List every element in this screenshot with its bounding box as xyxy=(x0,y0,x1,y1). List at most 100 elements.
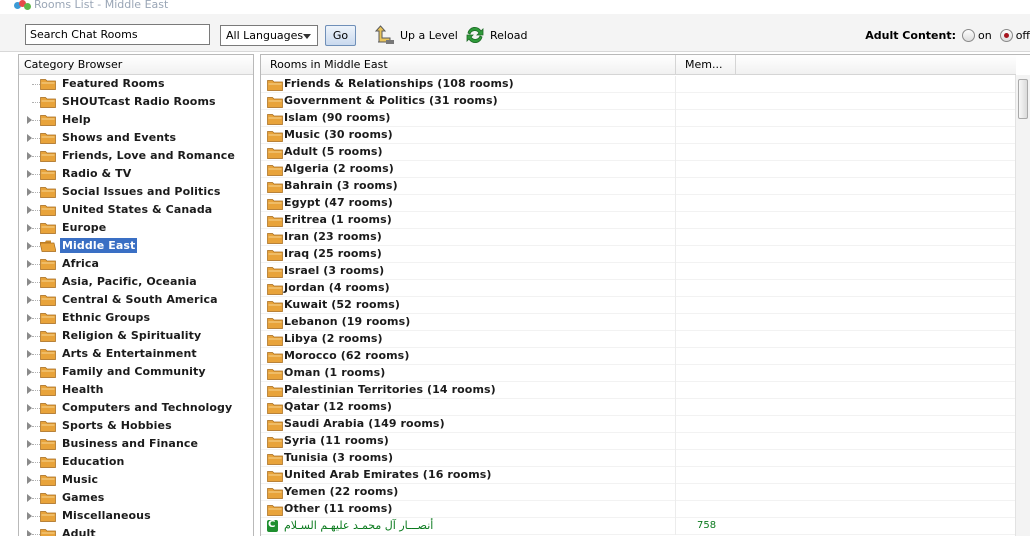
list-item[interactable]: Syria (11 rooms) xyxy=(261,433,1016,450)
folder-icon xyxy=(267,334,283,346)
sidebar-item-shows-and-events[interactable]: Shows and Events xyxy=(19,129,253,147)
folder-icon xyxy=(40,474,56,486)
tree-connector xyxy=(32,246,40,247)
sidebar-item-middle-east[interactable]: Middle East xyxy=(19,237,253,255)
sidebar-item-education[interactable]: Education xyxy=(19,453,253,471)
sidebar-item-social-issues-and-politics[interactable]: Social Issues and Politics xyxy=(19,183,253,201)
scrollbar-thumb[interactable] xyxy=(1018,79,1028,119)
list-item[interactable]: Jordan (4 rooms) xyxy=(261,280,1016,297)
sidebar-item-help[interactable]: Help xyxy=(19,111,253,129)
sidebar-item-europe[interactable]: Europe xyxy=(19,219,253,237)
list-item[interactable]: Tunisia (3 rooms) xyxy=(261,450,1016,467)
list-item[interactable]: Libya (2 rooms) xyxy=(261,331,1016,348)
list-item[interactable]: Palestinian Territories (14 rooms) xyxy=(261,382,1016,399)
list-item[interactable]: Oman (1 rooms) xyxy=(261,365,1016,382)
column-header-rooms[interactable]: Rooms in Middle East xyxy=(261,55,676,75)
folder-icon xyxy=(267,402,283,414)
tree-connector xyxy=(32,282,40,283)
sidebar-item-religion-spirituality[interactable]: Religion & Spirituality xyxy=(19,327,253,345)
sidebar-item-label: Family and Community xyxy=(62,365,206,378)
sidebar-item-adult[interactable]: Adult xyxy=(19,525,253,536)
category-name: Jordan (4 rooms) xyxy=(284,281,390,294)
list-item[interactable]: Yemen (22 rooms) xyxy=(261,484,1016,501)
reload-button[interactable]: Reload xyxy=(464,23,527,47)
list-item[interactable]: Qatar (12 rooms) xyxy=(261,399,1016,416)
up-a-level-button[interactable]: Up a Level xyxy=(374,23,458,47)
sidebar-item-asia-pacific-oceania[interactable]: Asia, Pacific, Oceania xyxy=(19,273,253,291)
expand-arrow-icon[interactable] xyxy=(27,530,32,536)
list-item[interactable]: Lebanon (19 rooms) xyxy=(261,314,1016,331)
list-item[interactable]: Algeria (2 rooms) xyxy=(261,161,1016,178)
folder-icon xyxy=(267,436,283,448)
sidebar-item-health[interactable]: Health xyxy=(19,381,253,399)
sidebar-item-ethnic-groups[interactable]: Ethnic Groups xyxy=(19,309,253,327)
folder-icon xyxy=(267,368,283,380)
sidebar-item-friends-love-and-romance[interactable]: Friends, Love and Romance xyxy=(19,147,253,165)
list-item[interactable]: Egypt (47 rooms) xyxy=(261,195,1016,212)
list-item[interactable]: Iran (23 rooms) xyxy=(261,229,1016,246)
language-select[interactable]: All Languages xyxy=(220,25,318,46)
list-item[interactable]: Israel (3 rooms) xyxy=(261,263,1016,280)
list-item[interactable]: Iraq (25 rooms) xyxy=(261,246,1016,263)
up-level-icon xyxy=(374,24,396,46)
sidebar-item-games[interactable]: Games xyxy=(19,489,253,507)
list-item[interactable]: Bahrain (3 rooms) xyxy=(261,178,1016,195)
category-name: Other (11 rooms) xyxy=(284,502,393,515)
sidebar-item-sports-hobbies[interactable]: Sports & Hobbies xyxy=(19,417,253,435)
sidebar-item-music[interactable]: Music xyxy=(19,471,253,489)
adult-off-radio[interactable] xyxy=(999,28,1013,42)
list-item[interactable]: Friends & Relationships (108 rooms) xyxy=(261,76,1016,93)
list-item[interactable]: Eritrea (1 rooms) xyxy=(261,212,1016,229)
search-input[interactable] xyxy=(25,24,210,45)
sidebar-item-shoutcast-radio-rooms[interactable]: SHOUTcast Radio Rooms xyxy=(19,93,253,111)
sidebar-item-label: Adult xyxy=(62,527,96,536)
tree-connector xyxy=(32,174,40,175)
sidebar-item-label: Social Issues and Politics xyxy=(62,185,221,198)
list-item[interactable]: Adult (5 rooms) xyxy=(261,144,1016,161)
vertical-scrollbar[interactable] xyxy=(1015,75,1030,536)
sidebar-item-featured-rooms[interactable]: Featured Rooms xyxy=(19,75,253,93)
sidebar-item-arts-entertainment[interactable]: Arts & Entertainment xyxy=(19,345,253,363)
list-item[interactable]: Islam (90 rooms) xyxy=(261,110,1016,127)
category-browser-panel: Category Browser Featured Rooms SHOUTcast… xyxy=(18,54,254,536)
tree-connector xyxy=(32,408,40,409)
reload-icon xyxy=(464,24,486,46)
folder-icon xyxy=(267,181,283,193)
adult-off-label: off xyxy=(1015,28,1030,42)
tree-connector xyxy=(32,318,40,319)
list-item[interactable]: Other (11 rooms) xyxy=(261,501,1016,518)
room-row[interactable]: أنصـــار آل محمـد عليهـم السـلام 758 xyxy=(261,518,1016,535)
sidebar-item-label: Central & South America xyxy=(62,293,218,306)
list-item[interactable]: Government & Politics (31 rooms) xyxy=(261,93,1016,110)
sidebar-item-label: Arts & Entertainment xyxy=(62,347,197,360)
sidebar-item-united-states-canada[interactable]: United States & Canada xyxy=(19,201,253,219)
list-item[interactable]: Kuwait (52 rooms) xyxy=(261,297,1016,314)
folder-icon xyxy=(267,419,283,431)
category-name: Saudi Arabia (149 rooms) xyxy=(284,417,445,430)
tree-connector xyxy=(32,534,40,535)
adult-on-radio[interactable] xyxy=(961,28,975,42)
folder-icon xyxy=(267,385,283,397)
sidebar-item-miscellaneous[interactable]: Miscellaneous xyxy=(19,507,253,525)
window-title-bar: Rooms List - Middle East xyxy=(0,0,1030,14)
sidebar-item-central-south-america[interactable]: Central & South America xyxy=(19,291,253,309)
list-item[interactable]: United Arab Emirates (16 rooms) xyxy=(261,467,1016,484)
sidebar-item-radio-tv[interactable]: Radio & TV xyxy=(19,165,253,183)
go-button[interactable]: Go xyxy=(325,25,356,46)
category-name: Adult (5 rooms) xyxy=(284,145,383,158)
category-name: Qatar (12 rooms) xyxy=(284,400,393,413)
column-divider xyxy=(675,212,676,229)
list-item[interactable]: Saudi Arabia (149 rooms) xyxy=(261,416,1016,433)
folder-icon xyxy=(267,317,283,329)
column-header-members[interactable]: Mem... xyxy=(676,55,736,75)
list-item[interactable]: Music (30 rooms) xyxy=(261,127,1016,144)
sidebar-item-family-and-community[interactable]: Family and Community xyxy=(19,363,253,381)
sidebar-item-africa[interactable]: Africa xyxy=(19,255,253,273)
category-name: Islam (90 rooms) xyxy=(284,111,391,124)
folder-icon xyxy=(267,215,283,227)
sidebar-item-business-and-finance[interactable]: Business and Finance xyxy=(19,435,253,453)
folder-icon xyxy=(267,198,283,210)
sidebar-item-computers-and-technology[interactable]: Computers and Technology xyxy=(19,399,253,417)
list-item[interactable]: Morocco (62 rooms) xyxy=(261,348,1016,365)
sidebar-item-label: Friends, Love and Romance xyxy=(62,149,235,162)
